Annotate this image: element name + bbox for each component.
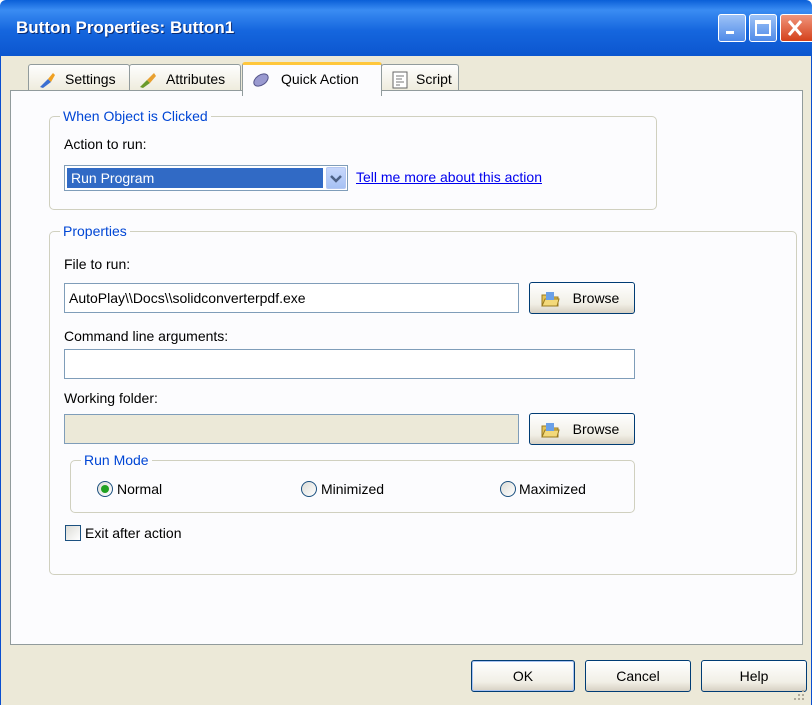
- dialog-body: Settings Attributes Quick Action Script …: [0, 56, 812, 705]
- file-label: File to run:: [64, 256, 131, 272]
- folder-label: Working folder:: [64, 390, 158, 406]
- window-title: Button Properties: Button1: [16, 18, 235, 37]
- radio-minimized-label: Minimized: [321, 481, 385, 497]
- tab-quick-action[interactable]: Quick Action: [242, 62, 382, 96]
- resize-grip-icon[interactable]: [793, 689, 805, 701]
- script-icon: [392, 71, 408, 89]
- ok-button[interactable]: OK: [471, 660, 575, 692]
- tab-label: Attributes: [166, 71, 226, 87]
- browse-label: Browse: [572, 421, 620, 437]
- radio-normal-label: Normal: [117, 481, 163, 497]
- radio-normal[interactable]: [97, 481, 113, 497]
- command-args-input[interactable]: [64, 349, 635, 379]
- args-label: Command line arguments:: [64, 328, 229, 344]
- radio-maximized[interactable]: [500, 481, 516, 497]
- tab-label: Script: [416, 71, 452, 87]
- browse-file-button[interactable]: Browse: [529, 282, 635, 314]
- browse-label: Browse: [572, 290, 620, 306]
- title-bar[interactable]: Button Properties: Button1: [0, 0, 812, 56]
- maximize-button[interactable]: [749, 14, 777, 42]
- group-title: When Object is Clicked: [60, 108, 211, 124]
- tab-label: Quick Action: [281, 71, 359, 87]
- cancel-button[interactable]: Cancel: [585, 660, 691, 692]
- chevron-down-icon[interactable]: [326, 167, 346, 189]
- dialog-window: Button Properties: Button1 Settings Attr…: [0, 0, 812, 705]
- action-dropdown[interactable]: Run Program: [64, 165, 348, 191]
- maximize-icon: [755, 20, 771, 36]
- brush-icon: [140, 73, 156, 88]
- action-value: Run Program: [67, 168, 323, 188]
- browse-folder-button[interactable]: Browse: [529, 413, 635, 445]
- working-folder-input[interactable]: [64, 414, 519, 444]
- radio-maximized-label: Maximized: [519, 481, 586, 497]
- help-button[interactable]: Help: [701, 660, 807, 692]
- paintbrush-icon: [40, 73, 55, 88]
- close-icon: [787, 20, 803, 36]
- action-label: Action to run:: [64, 136, 147, 152]
- tab-panel-quick-action: When Object is Clicked Action to run: Ru…: [10, 90, 803, 645]
- tab-label: Settings: [65, 71, 116, 87]
- minimize-icon: [726, 31, 734, 34]
- group-title: Run Mode: [81, 452, 152, 468]
- close-button[interactable]: [780, 14, 812, 42]
- folder-open-icon: [541, 423, 560, 438]
- help-link[interactable]: Tell me more about this action: [356, 169, 542, 185]
- click-action-group: When Object is Clicked: [49, 108, 657, 210]
- group-title: Properties: [60, 223, 130, 239]
- exit-after-action-label: Exit after action: [85, 525, 182, 541]
- radio-minimized[interactable]: [301, 481, 317, 497]
- folder-open-icon: [541, 292, 560, 307]
- minimize-button[interactable]: [718, 14, 746, 42]
- file-to-run-input[interactable]: AutoPlay\\Docs\\solidconverterpdf.exe: [64, 283, 519, 313]
- exit-after-action-checkbox[interactable]: [65, 525, 81, 541]
- lozenge-icon: [253, 73, 269, 87]
